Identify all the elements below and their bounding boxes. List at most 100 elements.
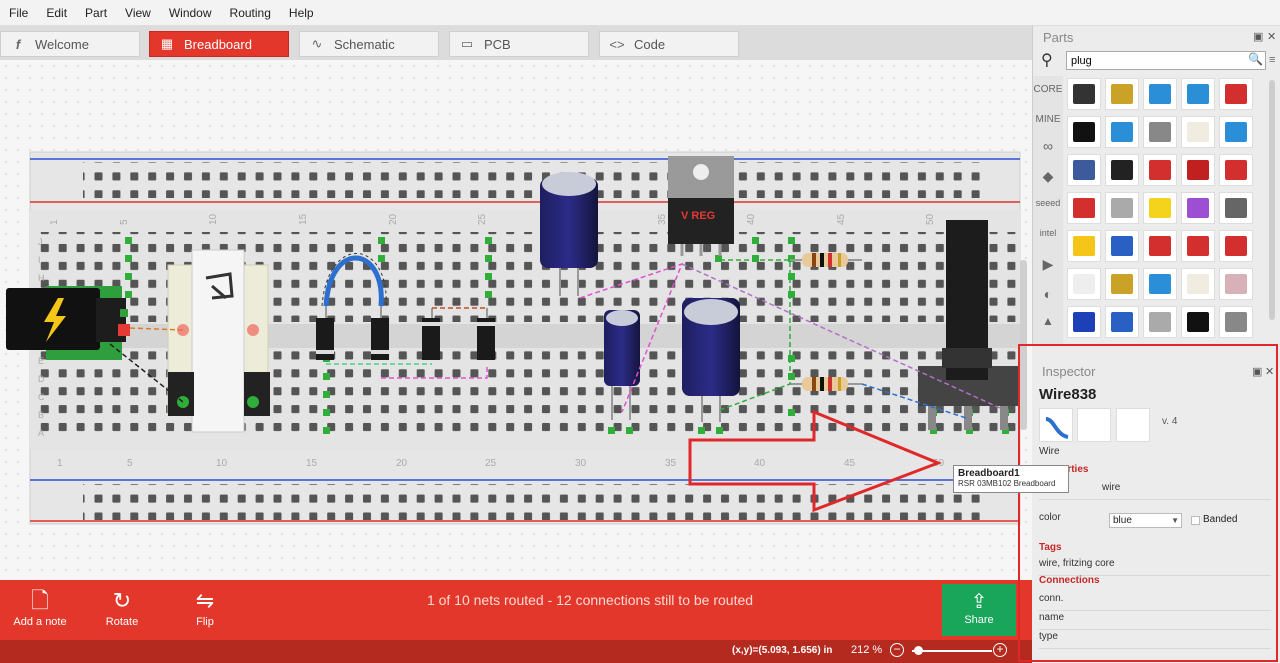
bb-column-number: 45 xyxy=(836,213,847,225)
part-thumbnail[interactable] xyxy=(1181,230,1215,262)
part-thumbnail[interactable] xyxy=(1067,230,1101,262)
part-thumbnail[interactable] xyxy=(1219,154,1253,186)
part-thumbnail[interactable] xyxy=(1067,306,1101,338)
part-thumbnail[interactable] xyxy=(1181,268,1215,300)
part-thumbnail[interactable] xyxy=(1181,154,1215,186)
snap-bin-icon[interactable]: ◆ xyxy=(1033,168,1063,185)
close-panel-icon[interactable]: ✕ xyxy=(1267,30,1276,43)
parts-title: Parts xyxy=(1043,30,1074,45)
menu-window[interactable]: Window xyxy=(160,6,221,20)
bb-row-h: H xyxy=(38,273,45,283)
part-thumbnail[interactable] xyxy=(1181,78,1215,110)
contrib-bin-icon[interactable]: ◐ xyxy=(1033,286,1063,302)
part-thumbnail[interactable] xyxy=(1143,154,1177,186)
voltage-regulator[interactable]: V REG xyxy=(668,156,734,256)
search-icon[interactable]: ⚲ xyxy=(1041,50,1053,70)
breadboard-canvas[interactable]: J I H G F E D C B A 15101520253035404550… xyxy=(0,60,1032,580)
tab-breadboard[interactable]: ▦ Breadboard xyxy=(149,31,289,57)
part-thumbnail[interactable] xyxy=(1143,78,1177,110)
seeed-bin-icon[interactable]: seeed xyxy=(1033,198,1063,208)
part-thumbnail-image xyxy=(1073,160,1095,180)
slide-switch[interactable] xyxy=(167,249,270,433)
intel-bin-icon[interactable]: intel xyxy=(1033,228,1063,238)
part-thumbnail[interactable] xyxy=(1219,192,1253,224)
part-thumbnail[interactable] xyxy=(1143,306,1177,338)
bin-core[interactable]: CORE xyxy=(1033,84,1063,95)
part-thumbnail[interactable] xyxy=(1105,268,1139,300)
part-thumbnail[interactable] xyxy=(1219,78,1253,110)
flip-button[interactable]: ⇋ Flip xyxy=(165,586,245,628)
zoom-in-button[interactable]: + xyxy=(993,643,1007,657)
float-panel-icon[interactable]: ▣ xyxy=(1253,30,1263,43)
vreg-label: V REG xyxy=(681,210,715,222)
bb-column-number: 1 xyxy=(49,219,60,225)
part-thumbnail-image xyxy=(1111,312,1133,332)
part-thumbnail[interactable] xyxy=(1105,154,1139,186)
part-thumbnail-image xyxy=(1149,84,1171,104)
tab-schematic[interactable]: ∿ Schematic xyxy=(299,31,439,57)
zoom-out-button[interactable]: − xyxy=(890,643,904,657)
part-thumbnail[interactable] xyxy=(1105,192,1139,224)
cursor-coordinates: (x,y)=(5.093, 1.656) in xyxy=(732,645,833,656)
part-thumbnail[interactable] xyxy=(1143,192,1177,224)
arduino-bin-icon[interactable]: ∞ xyxy=(1033,138,1063,154)
part-thumbnail[interactable] xyxy=(1105,78,1139,110)
part-thumbnail[interactable] xyxy=(1143,230,1177,262)
part-thumbnail[interactable] xyxy=(1067,78,1101,110)
part-thumbnail-image xyxy=(1187,312,1209,332)
part-thumbnail[interactable] xyxy=(1219,116,1253,148)
part-thumbnail[interactable] xyxy=(1067,268,1101,300)
menu-file[interactable]: File xyxy=(0,6,37,20)
part-thumbnail[interactable] xyxy=(1143,116,1177,148)
parts-grid xyxy=(1067,78,1273,344)
menu-view[interactable]: View xyxy=(116,6,160,20)
menu-routing[interactable]: Routing xyxy=(221,6,280,20)
play-bin-icon[interactable]: ▶ xyxy=(1033,256,1063,273)
part-thumbnail-image xyxy=(1225,274,1247,294)
parts-menu-icon[interactable]: ≡ xyxy=(1269,54,1275,66)
bb-column-number: 40 xyxy=(746,213,757,225)
parts-search-input[interactable] xyxy=(1066,51,1266,70)
part-thumbnail[interactable] xyxy=(1067,192,1101,224)
part-thumbnail[interactable] xyxy=(1219,306,1253,338)
schematic-icon: ∿ xyxy=(311,36,323,51)
add-note-button[interactable]: 🗋 Add a note xyxy=(0,586,80,628)
part-thumbnail[interactable] xyxy=(1105,230,1139,262)
tab-label: Schematic xyxy=(334,36,395,52)
bb-column-number: 25 xyxy=(485,458,497,469)
tab-welcome[interactable]: f Welcome xyxy=(0,31,140,57)
breadboard-icon: ▦ xyxy=(160,36,174,51)
part-thumbnail[interactable] xyxy=(1181,192,1215,224)
parts-bins: CORE MINE ∞ ◆ seeed intel ▶ ◐ ▲ xyxy=(1033,76,1063,344)
share-button[interactable]: ⇪ Share xyxy=(942,584,1016,636)
parts-scrollbar[interactable] xyxy=(1269,80,1275,320)
part-thumbnail[interactable] xyxy=(1105,116,1139,148)
bb-column-number: 45 xyxy=(844,458,856,469)
part-thumbnail[interactable] xyxy=(1219,268,1253,300)
menu-part[interactable]: Part xyxy=(76,6,116,20)
part-thumbnail-image xyxy=(1225,312,1247,332)
temp-bin-icon[interactable]: ▲ xyxy=(1033,314,1063,328)
bin-mine[interactable]: MINE xyxy=(1033,114,1063,125)
bb-column-number: 10 xyxy=(208,213,219,225)
zoom-slider[interactable] xyxy=(912,650,992,652)
part-thumbnail[interactable] xyxy=(1219,230,1253,262)
tab-pcb[interactable]: ▭ PCB xyxy=(449,31,589,57)
part-thumbnail[interactable] xyxy=(1067,116,1101,148)
menu-edit[interactable]: Edit xyxy=(37,6,76,20)
rotate-button[interactable]: ↻ Rotate xyxy=(82,586,162,628)
part-thumbnail[interactable] xyxy=(1181,306,1215,338)
search-submit-icon[interactable]: 🔍 xyxy=(1248,52,1263,66)
part-thumbnail[interactable] xyxy=(1143,268,1177,300)
part-thumbnail-image xyxy=(1111,236,1133,256)
menu-help[interactable]: Help xyxy=(280,6,323,20)
tab-code[interactable]: <> Code xyxy=(599,31,739,57)
part-thumbnail[interactable] xyxy=(1105,306,1139,338)
part-thumbnail[interactable] xyxy=(1067,154,1101,186)
code-icon: <> xyxy=(609,36,625,52)
zoom-slider-thumb[interactable] xyxy=(914,646,923,655)
flip-label: Flip xyxy=(196,616,214,628)
dc-barrel-jack[interactable] xyxy=(6,286,130,360)
bb-column-number: 10 xyxy=(216,458,228,469)
part-thumbnail[interactable] xyxy=(1181,116,1215,148)
